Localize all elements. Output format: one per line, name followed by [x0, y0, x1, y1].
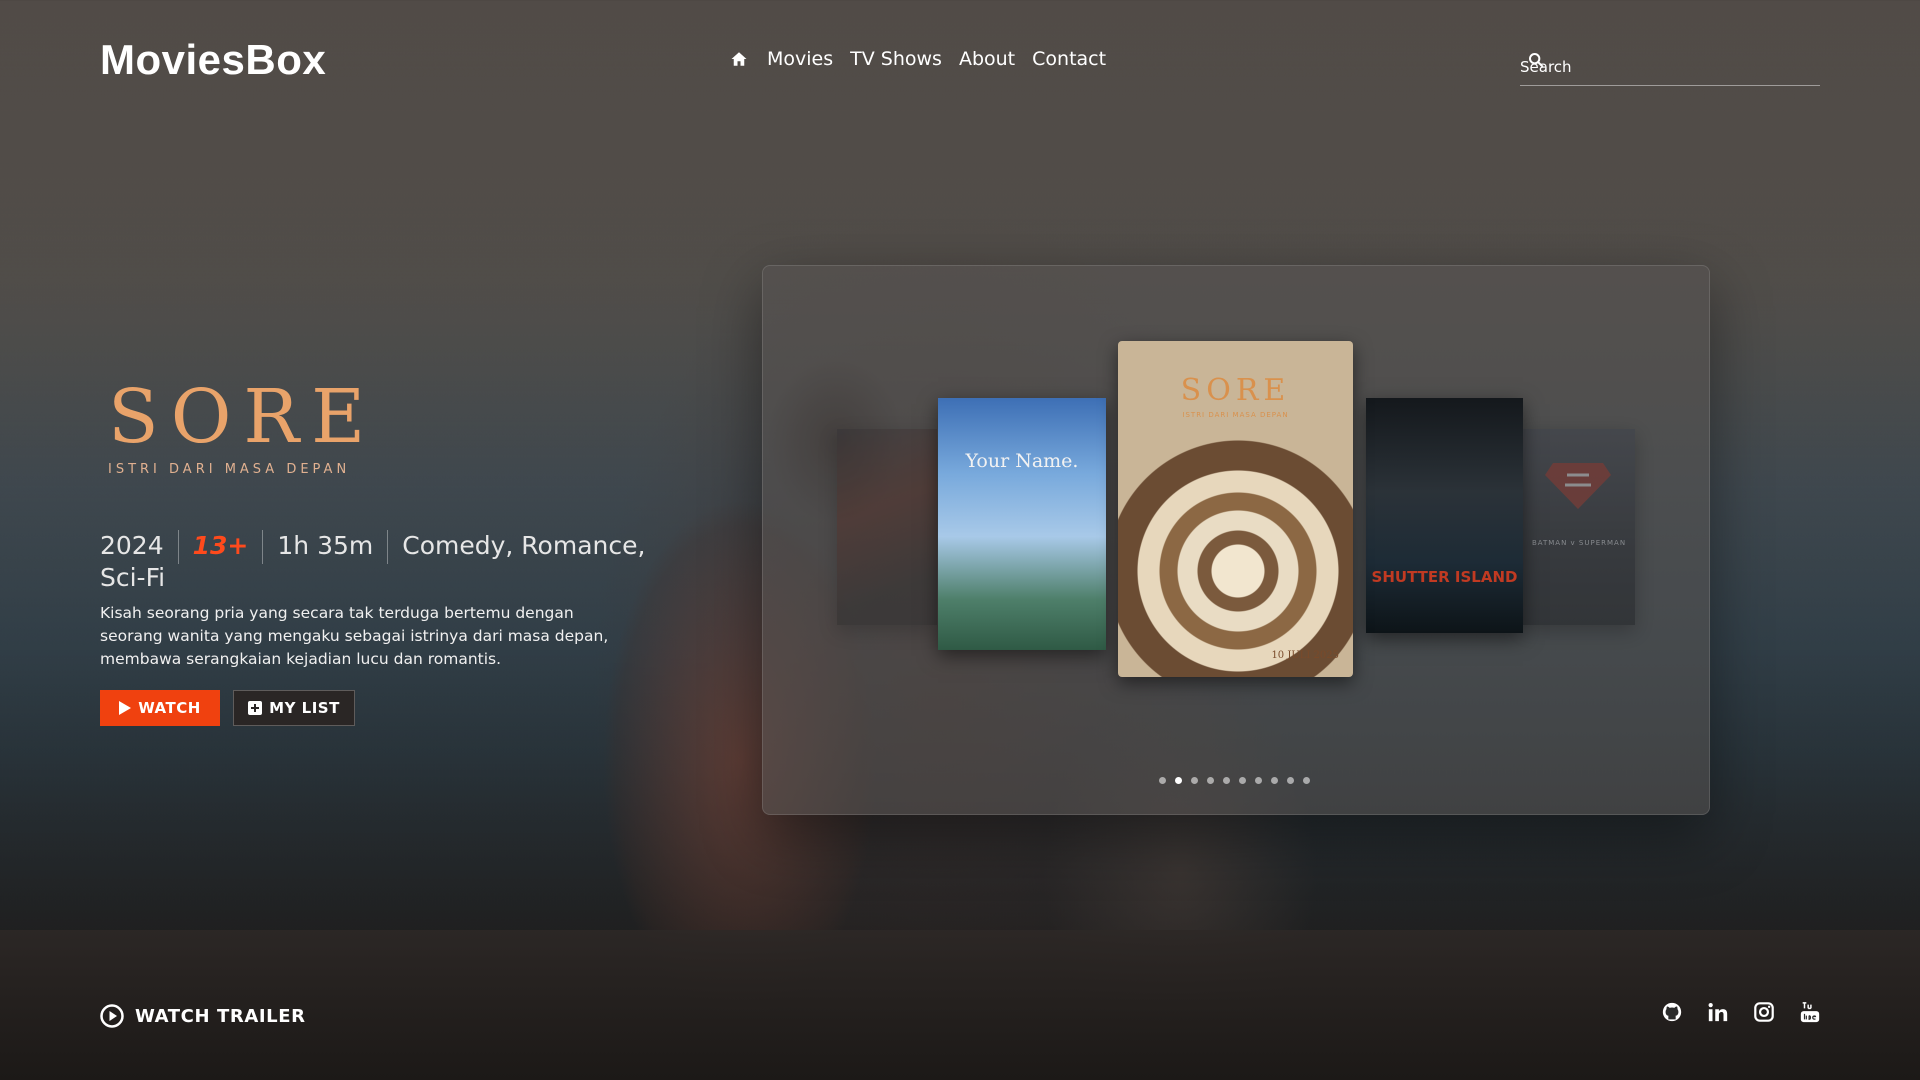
- site-logo[interactable]: MoviesBox: [100, 36, 326, 84]
- carousel-dot[interactable]: [1239, 777, 1246, 784]
- movie-year: 2024: [100, 531, 164, 560]
- poster-title: BATMAN v SUPERMAN: [1531, 539, 1627, 547]
- movie-description: Kisah seorang pria yang secara tak terdu…: [100, 604, 609, 668]
- instagram-icon[interactable]: [1753, 1000, 1775, 1024]
- carousel-dot[interactable]: [1223, 777, 1230, 784]
- nav-item-tv-shows[interactable]: TV Shows: [850, 48, 942, 70]
- movie-title-logo: SORE ISTRI DARI MASA DEPAN: [108, 380, 368, 477]
- carousel-poster-next-2[interactable]: BATMAN v SUPERMAN: [1523, 429, 1635, 625]
- poster-subtitle: ISTRI DARI MASA DEPAN: [1182, 411, 1289, 419]
- nav-item-movies[interactable]: Movies: [767, 48, 833, 70]
- plus-square-icon: [248, 701, 263, 715]
- poster-title: SORE: [1180, 373, 1291, 408]
- watch-button-label: WATCH: [138, 699, 201, 717]
- superman-logo-icon: [1545, 463, 1611, 509]
- main-nav: Movies TV Shows About Contact: [730, 48, 1106, 70]
- meta-divider: [177, 530, 179, 564]
- movie-duration: 1h 35m: [277, 531, 374, 560]
- watch-trailer-label: WATCH TRAILER: [135, 1005, 306, 1027]
- carousel-dot[interactable]: [1255, 777, 1262, 784]
- carousel-dot[interactable]: [1271, 777, 1278, 784]
- meta-divider: [262, 530, 264, 564]
- movie-meta: 2024 13+ 1h 35m Comedy, Romance, Sci-Fi: [100, 530, 660, 592]
- movie-title-logo-text: SORE: [108, 374, 378, 460]
- search-icon[interactable]: [1528, 52, 1544, 68]
- my-list-button[interactable]: MY LIST: [233, 690, 355, 726]
- carousel-dot[interactable]: [1303, 777, 1310, 784]
- carousel-poster-active[interactable]: SORE ISTRI DARI MASA DEPAN 10 JULI 2025: [1118, 341, 1353, 677]
- nav-item-contact[interactable]: Contact: [1032, 48, 1106, 70]
- poster-release-date: 10 JULI 2025: [1271, 650, 1339, 661]
- search-box: [1520, 50, 1820, 86]
- play-icon: [119, 701, 132, 715]
- carousel-poster-next[interactable]: SHUTTER ISLAND: [1366, 398, 1523, 633]
- play-circle-icon: [100, 1004, 124, 1028]
- github-icon[interactable]: [1661, 1000, 1683, 1024]
- carousel-dot[interactable]: [1287, 777, 1294, 784]
- youtube-icon[interactable]: [1799, 1000, 1821, 1024]
- search-input[interactable]: [1520, 52, 1820, 82]
- carousel-dot[interactable]: [1191, 777, 1198, 784]
- carousel-dot[interactable]: [1159, 777, 1166, 784]
- poster-title: SHUTTER ISLAND: [1371, 568, 1518, 586]
- carousel-dot[interactable]: [1175, 777, 1182, 784]
- watch-trailer-button[interactable]: WATCH TRAILER: [100, 1004, 306, 1028]
- carousel-poster-prev-2[interactable]: [837, 429, 937, 625]
- age-rating-badge: 13+: [192, 531, 249, 560]
- movie-title-logo-subtitle: ISTRI DARI MASA DEPAN: [108, 462, 351, 477]
- meta-divider: [387, 530, 389, 564]
- poster-carousel: BATMAN v SUPERMAN Your Name. SHUTTER ISL…: [762, 265, 1710, 815]
- carousel-poster-prev[interactable]: Your Name.: [938, 398, 1106, 650]
- linkedin-icon[interactable]: [1707, 1000, 1729, 1024]
- social-links: [1661, 1000, 1821, 1024]
- poster-title: Your Name.: [965, 450, 1079, 472]
- home-icon[interactable]: [730, 50, 748, 68]
- carousel-dot[interactable]: [1207, 777, 1214, 784]
- nav-item-about[interactable]: About: [959, 48, 1015, 70]
- watch-button[interactable]: WATCH: [100, 690, 220, 726]
- my-list-button-label: MY LIST: [269, 699, 340, 717]
- site-header: MoviesBox Movies TV Shows About Contact: [0, 0, 1920, 120]
- carousel-pagination: [1159, 777, 1310, 784]
